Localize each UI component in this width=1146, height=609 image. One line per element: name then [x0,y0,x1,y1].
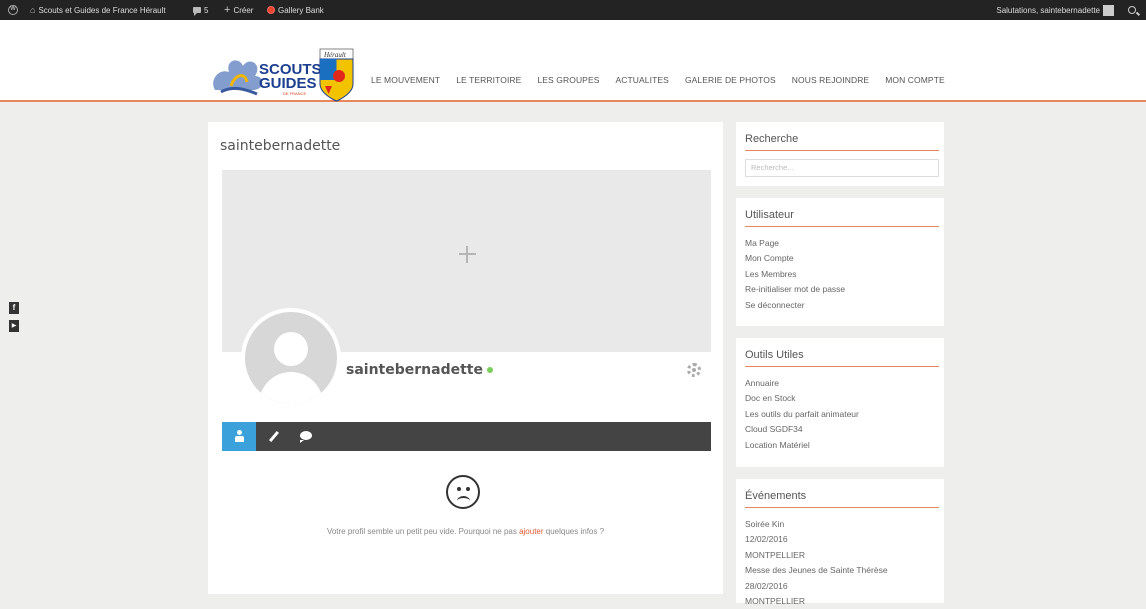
nav-item-mon-compte[interactable]: MON COMPTE [885,75,945,85]
link-outils-animateur[interactable]: Les outils du parfait animateur [745,407,859,422]
greeting-label: Salutations, saintebernadette [996,5,1100,15]
empty-message-end: quelques infos ? [543,527,605,536]
online-status-icon [486,367,493,373]
profile-name-text: saintebernadette [346,362,483,378]
event-date: 28/02/2016 [745,580,788,591]
profile-avatar[interactable] [241,308,341,408]
page-title: saintebernadette [220,138,341,154]
site-header: SCOUTS GUIDES DE FRANCE Hérault LE MOUVE… [0,20,1146,102]
link-ma-page[interactable]: Ma Page [745,236,845,251]
logo-text-guides: GUIDES [259,75,317,92]
site-name-link[interactable]: ⌂ Scouts et Guides de France Hérault [30,0,166,20]
comments-icon [193,7,201,16]
link-reset-password[interactable]: Re-initialiser mot de passe [745,282,845,297]
link-mon-compte[interactable]: Mon Compte [745,251,845,266]
nav-item-mouvement[interactable]: LE MOUVEMENT [371,75,440,85]
nav-item-actualites[interactable]: ACTUALITES [616,75,669,85]
nav-item-groupes[interactable]: LES GROUPES [537,75,599,85]
search-widget: Recherche Recherche... [736,122,944,186]
event-location: MONTPELLIER [745,549,805,560]
home-icon: ⌂ [30,5,36,15]
tools-widget-title: Outils Utiles [745,349,804,361]
search-widget-title: Recherche [745,133,799,145]
link-les-membres[interactable]: Les Membres [745,267,845,282]
event-date: 12/02/2016 [745,534,788,545]
youtube-icon[interactable]: ▶ [9,320,19,332]
site-logo[interactable]: SCOUTS GUIDES DE FRANCE Hérault [207,46,357,104]
gear-icon[interactable] [687,363,701,377]
empty-profile-message: Votre profil semble un petit peu vide. P… [208,527,723,536]
user-widget: Utilisateur Ma Page Mon Compte Les Membr… [736,198,944,326]
tab-posts[interactable] [256,422,290,451]
events-widget-title: Événements [745,490,807,502]
user-avatar-icon [1103,4,1114,16]
events-list: Soirée Kin 12/02/2016 MONTPELLIER Messe … [745,517,888,609]
search-icon [1128,6,1136,14]
link-location-materiel[interactable]: Location Matériel [745,438,859,453]
user-icon [235,430,244,442]
profile-name: saintebernadette [346,362,493,378]
gallery-bank-label: Gallery Bank [278,5,324,15]
site-name-label: Scouts et Guides de France Hérault [38,5,166,15]
comment-icon [300,431,312,443]
logo-text-france: DE FRANCE [283,91,306,96]
profile-card: saintebernadette saintebernadette Votre … [208,122,723,594]
admin-search-button[interactable] [1128,0,1136,20]
nav-item-galerie[interactable]: GALERIE DE PHOTOS [685,75,776,85]
event-title[interactable]: Messe des Jeunes de Sainte Thérèse [745,563,888,578]
comments-count: 5 [204,5,209,15]
nav-item-territoire[interactable]: LE TERRITOIRE [456,75,521,85]
link-logout[interactable]: Se déconnecter [745,298,845,313]
search-input[interactable]: Recherche... [745,159,939,177]
comments-link[interactable]: 5 [193,0,208,20]
admin-bar: W ⌂ Scouts et Guides de France Hérault 5… [0,0,1146,20]
nav-item-rejoindre[interactable]: NOUS REJOINDRE [792,75,869,85]
new-content-label: Créer [233,5,254,15]
main-nav: LE MOUVEMENT LE TERRITOIRE LES GROUPES A… [371,75,961,85]
add-cover-icon[interactable] [459,246,476,263]
events-widget: Événements Soirée Kin 12/02/2016 MONTPEL… [736,479,944,606]
shield-label: Hérault [323,51,347,59]
wordpress-menu[interactable]: W [8,0,18,20]
pencil-icon [268,430,280,443]
user-links: Ma Page Mon Compte Les Membres Re-initia… [745,236,845,313]
event-location: MONTPELLIER [745,596,805,607]
tab-comments[interactable] [290,422,324,451]
sad-face-icon [446,475,480,509]
tools-links: Annuaire Doc en Stock Les outils du parf… [745,376,859,453]
plus-icon: + [224,3,231,16]
link-annuaire[interactable]: Annuaire [745,376,859,391]
my-account-link[interactable]: Salutations, saintebernadette [996,0,1114,20]
empty-message-text: Votre profil semble un petit peu vide. P… [326,527,520,536]
tab-profile[interactable] [222,422,256,451]
wordpress-icon: W [8,5,18,15]
add-info-link[interactable]: ajouter [519,527,543,536]
gallery-bank-link[interactable]: Gallery Bank [267,0,324,20]
facebook-icon[interactable]: f [9,302,19,314]
tools-widget: Outils Utiles Annuaire Doc en Stock Les … [736,338,944,467]
event-title[interactable]: Soirée Kin [745,517,888,532]
link-cloud[interactable]: Cloud SGDF34 [745,422,859,437]
link-doc-en-stock[interactable]: Doc en Stock [745,391,859,406]
gallery-bank-icon [267,6,275,14]
user-widget-title: Utilisateur [745,209,794,221]
profile-tabs [222,422,711,451]
new-content-link[interactable]: + Créer [224,0,253,20]
